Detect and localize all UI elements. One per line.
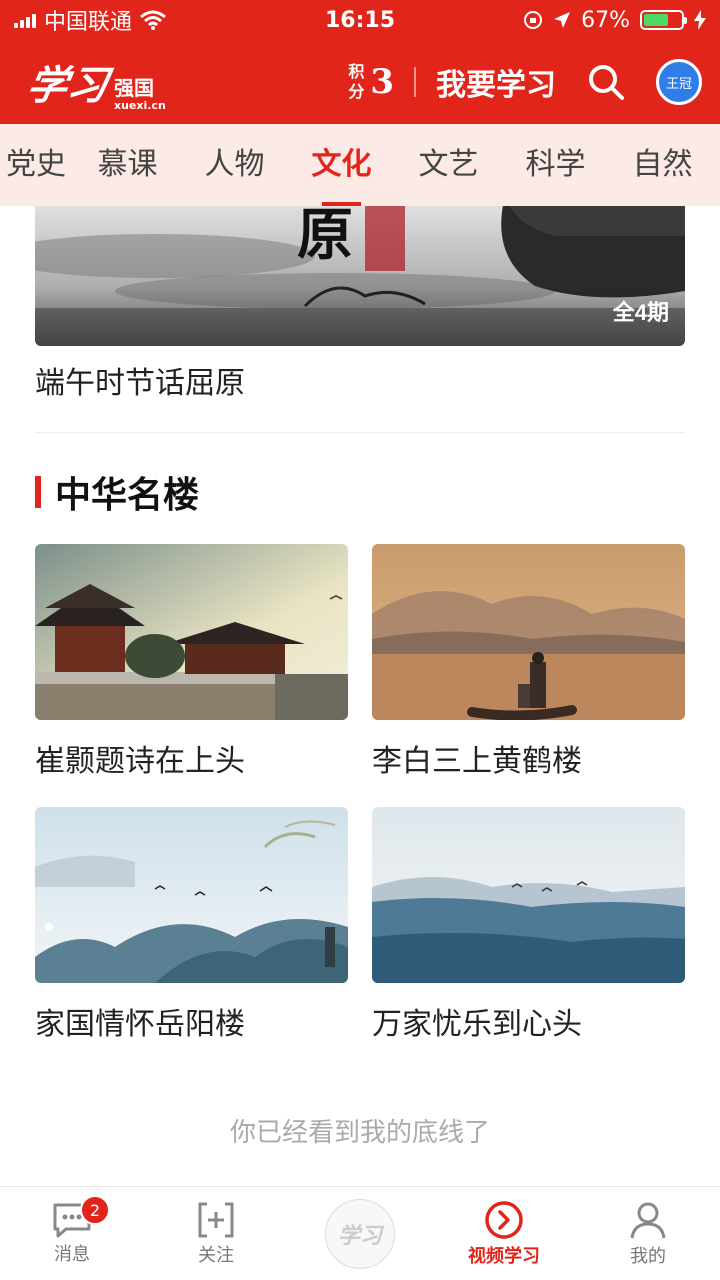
study-button[interactable]: 我要学习 xyxy=(436,60,556,104)
status-bar: 中国联通 16:15 67% xyxy=(0,0,720,40)
video-caption[interactable]: 家国情怀岳阳楼 xyxy=(35,999,348,1043)
header-divider xyxy=(414,67,416,97)
orientation-lock-icon xyxy=(524,11,543,29)
hero-video-thumbnail[interactable]: 原 全4期 xyxy=(35,206,685,346)
study-logo-icon: 学习 xyxy=(325,1198,395,1269)
follow-icon xyxy=(198,1202,234,1237)
nav-label: 我的 xyxy=(630,1245,666,1267)
signal-icon xyxy=(14,12,36,28)
section-divider xyxy=(35,432,685,433)
video-card[interactable]: 万家忧乐到心头 xyxy=(372,807,685,1043)
search-button[interactable] xyxy=(586,62,626,102)
location-icon xyxy=(554,12,571,28)
video-thumbnail[interactable] xyxy=(372,807,685,983)
nav-profile[interactable]: 我的 xyxy=(576,1187,720,1280)
tab-wenhua[interactable]: 文化 xyxy=(288,124,395,206)
status-time: 16:15 xyxy=(324,7,396,33)
video-thumbnail[interactable] xyxy=(372,544,685,720)
logo-name: 强国 xyxy=(114,76,154,100)
user-icon xyxy=(630,1202,666,1238)
user-avatar[interactable]: 王冠 xyxy=(656,59,702,105)
app-logo[interactable]: 学习 强国 xuexi.cn xyxy=(23,53,166,112)
section-marker xyxy=(35,476,41,508)
points-label-bottom: 分 xyxy=(348,82,365,101)
video-caption[interactable]: 崔颢题诗在上头 xyxy=(35,736,348,780)
video-card[interactable]: 崔颢题诗在上头 xyxy=(35,544,348,780)
content-feed[interactable]: 原 全4期 端午时节话屈原 中华名楼 崔颢题诗在上头 李白三上黄鹤楼 家国情怀岳… xyxy=(0,206,720,1186)
nav-messages[interactable]: 2 消息 xyxy=(0,1187,144,1280)
section-title: 中华名楼 xyxy=(55,474,200,516)
video-thumbnail[interactable] xyxy=(35,544,348,720)
charging-icon xyxy=(694,10,706,30)
logo-url: xuexi.cn xyxy=(114,99,166,112)
video-thumbnail[interactable] xyxy=(35,807,348,983)
points-display[interactable]: 积 分 3 xyxy=(348,62,394,102)
end-of-list-note: 你已经看到我的底线了 xyxy=(229,1118,490,1148)
video-caption[interactable]: 万家忧乐到心头 xyxy=(372,999,685,1043)
nav-label: 关注 xyxy=(198,1244,234,1266)
hero-title[interactable]: 端午时节话屈原 xyxy=(35,358,245,402)
battery-percent: 67% xyxy=(581,7,630,33)
video-caption[interactable]: 李白三上黄鹤楼 xyxy=(372,736,685,780)
nav-label: 视频学习 xyxy=(468,1245,540,1267)
logo-script: 学习 xyxy=(23,62,112,109)
section-header: 中华名楼 xyxy=(35,466,199,518)
points-label-top: 积 xyxy=(348,62,365,81)
play-circle-icon xyxy=(485,1200,523,1239)
nav-video-study[interactable]: 视频学习 xyxy=(432,1187,576,1280)
nav-label: 消息 xyxy=(54,1243,90,1265)
video-card[interactable]: 李白三上黄鹤楼 xyxy=(372,544,685,780)
app-header: 学习 强国 xuexi.cn 积 分 3 我要学习 王冠 xyxy=(0,40,720,124)
tab-dangshi[interactable]: 党史 xyxy=(0,124,74,206)
carrier-name: 中国联通 xyxy=(44,10,133,35)
nav-study-home[interactable]: 学习 xyxy=(288,1187,432,1280)
tab-wenyi[interactable]: 文艺 xyxy=(395,124,502,206)
search-icon xyxy=(589,65,624,100)
hero-calligraphy: 原 xyxy=(297,206,353,268)
wifi-icon xyxy=(140,10,166,30)
tab-muke[interactable]: 慕课 xyxy=(74,124,181,206)
category-tabs: 党史 慕课 人物 文化 文艺 科学 自然 xyxy=(0,124,720,206)
bottom-nav: 2 消息 关注 学习 视频学习 我的 xyxy=(0,1186,720,1280)
hero-episode-badge: 全4期 xyxy=(612,300,669,325)
hero-image: 原 全4期 xyxy=(35,206,685,346)
nav-follow[interactable]: 关注 xyxy=(144,1187,288,1280)
points-value: 3 xyxy=(370,62,394,102)
battery-icon xyxy=(640,10,687,30)
tab-kexue[interactable]: 科学 xyxy=(502,124,609,206)
tab-ziran[interactable]: 自然 xyxy=(609,124,716,206)
video-card[interactable]: 家国情怀岳阳楼 xyxy=(35,807,348,1043)
message-badge: 2 xyxy=(80,1195,110,1225)
tab-renwu[interactable]: 人物 xyxy=(181,124,288,206)
